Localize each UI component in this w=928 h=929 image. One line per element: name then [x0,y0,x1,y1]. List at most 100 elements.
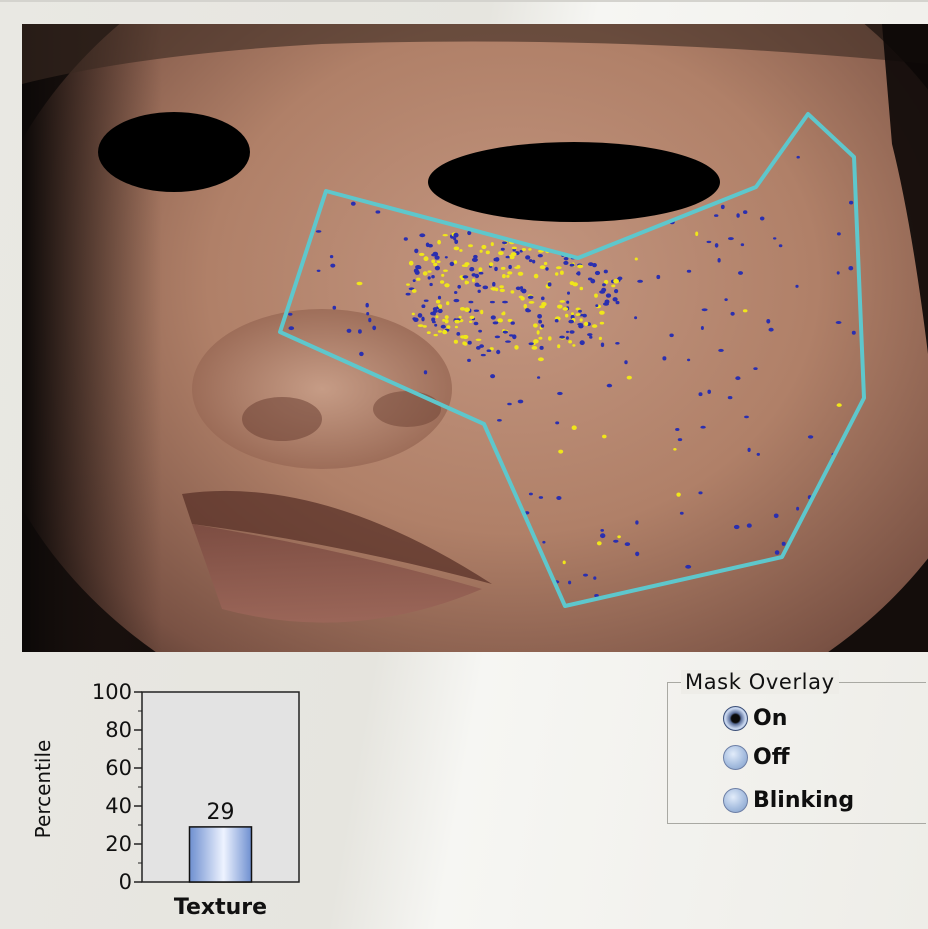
texture-spot [624,360,628,365]
texture-spot [501,312,506,316]
texture-spot [538,319,542,324]
texture-spot [417,266,422,270]
texture-spot [437,239,441,245]
texture-spot [714,243,719,248]
texture-spot [423,370,428,375]
texture-spot [449,261,455,267]
texture-spot [497,419,502,422]
texture-spot [742,309,748,313]
texture-spot [606,383,613,388]
texture-spot [835,321,842,324]
texture-spot [698,392,703,397]
texture-spot [602,283,606,287]
texture-spot [695,231,699,237]
texture-spot [521,248,526,251]
texture-spot [473,254,478,259]
texture-spot [600,342,605,348]
texture-spot [442,234,448,237]
texture-spot [583,321,589,326]
texture-spot [531,346,538,350]
texture-spot [510,321,515,325]
texture-spot [540,324,545,328]
texture-spot [525,308,530,312]
texture-spot [617,535,621,539]
texture-spot [532,259,536,264]
texture-spot [506,274,510,278]
radio-mask-on[interactable]: On [723,703,787,733]
texture-spot [851,330,856,335]
texture-spot [563,257,569,261]
texture-spot [557,304,563,309]
radio-mask-blinking[interactable]: Blinking [723,785,854,815]
texture-spot [613,539,619,543]
texture-spot [538,336,543,340]
texture-spot [423,299,429,302]
texture-spot [446,301,450,306]
texture-spot [556,496,562,500]
texture-spot [528,342,534,346]
texture-spot [599,310,605,315]
texture-spot [471,273,477,277]
texture-spot [368,317,372,323]
texture-spot [538,496,544,499]
texture-spot [579,340,585,346]
texture-spot [490,242,494,247]
texture-spot [796,506,800,511]
radio-button-on[interactable] [723,705,748,731]
texture-spot [568,319,574,324]
texture-spot [836,403,842,407]
texture-spot [421,304,426,309]
texture-spot [599,321,605,325]
texture-spot [365,302,369,308]
texture-spot [434,323,438,327]
texture-spot [591,324,598,328]
texture-spot [774,550,780,555]
face-image [22,24,928,652]
texture-spot [437,295,442,300]
texture-spot [453,339,458,344]
texture-spot [443,269,448,272]
texture-spot [578,309,582,313]
texture-spot [463,342,468,346]
texture-spot [565,313,569,318]
radio-button-off[interactable] [723,744,748,770]
texture-spot [416,277,421,281]
radio-button-blinking[interactable] [723,787,748,813]
texture-spot [440,324,446,329]
radio-mask-off[interactable]: Off [723,742,790,772]
texture-spot [502,330,508,334]
texture-spot [358,329,362,334]
texture-spot [475,338,482,341]
texture-spot [446,325,451,329]
texture-spot [673,448,677,451]
texture-spot [434,255,440,260]
texture-spot [482,285,489,290]
texture-spot [730,311,735,316]
texture-spot [537,314,542,319]
texture-spot [635,551,640,557]
texture-spot [807,435,814,439]
texture-spot [718,348,724,352]
texture-spot [594,270,601,276]
texture-spot [528,492,533,496]
texture-spot [599,290,606,294]
texture-spot [517,271,524,276]
analysis-window: 0 20 40 60 80 100 29 Percentile Texture Mask … [0,0,928,929]
texture-spot [444,315,449,319]
texture-spot [406,283,410,286]
texture-spot [473,309,479,312]
texture-spot [498,251,504,256]
texture-spot [756,452,760,456]
texture-spot [478,271,484,275]
texture-spot [577,264,584,269]
texture-spot [614,289,619,294]
texture-spot [507,402,512,406]
texture-spot [330,263,336,268]
texture-spot [444,283,450,288]
texture-spot [508,264,512,270]
texture-spot [457,284,462,289]
texture-spot [676,492,681,497]
texture-spot [736,213,740,218]
texture-spot [481,244,487,250]
texture-spot [502,241,508,245]
